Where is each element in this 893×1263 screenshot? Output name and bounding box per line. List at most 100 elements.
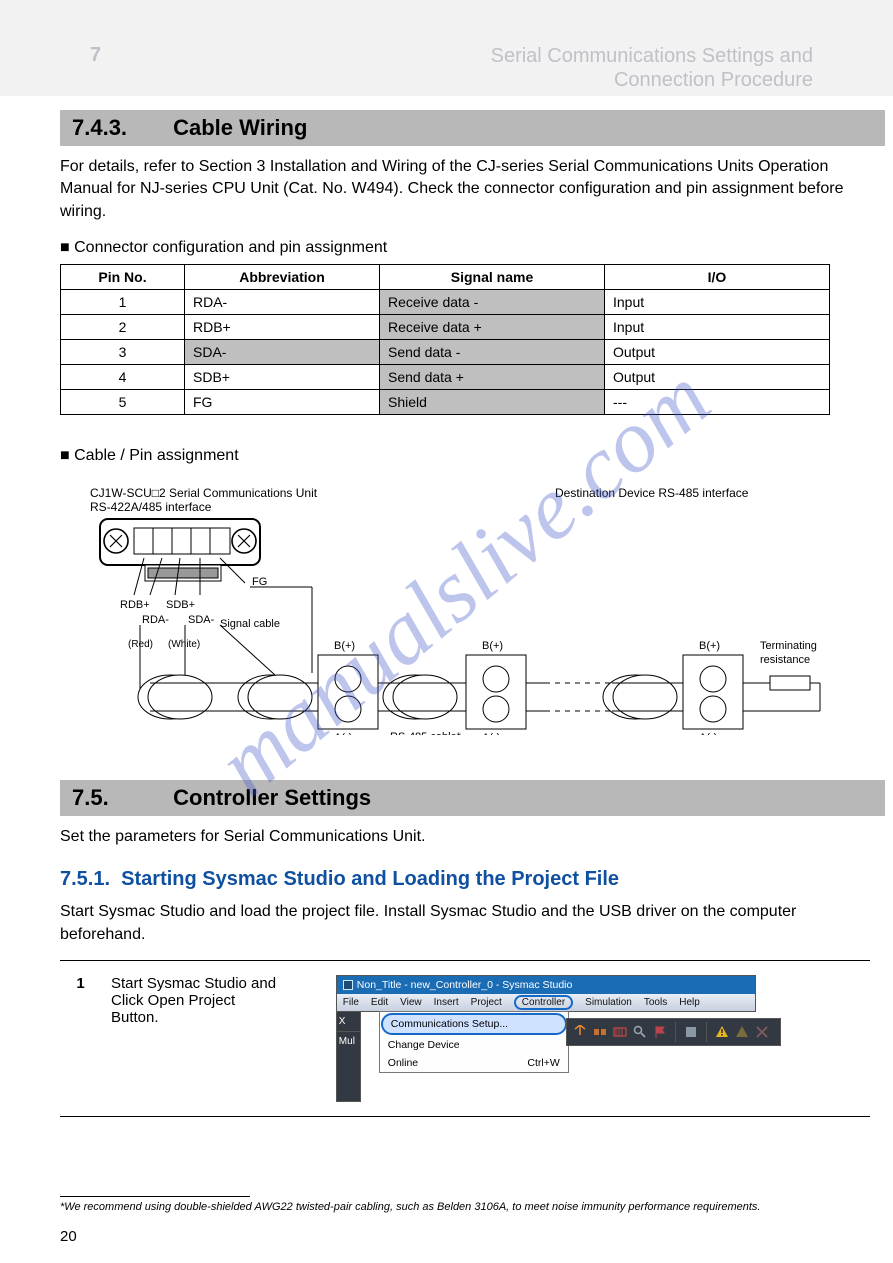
stop-icon[interactable] <box>684 1025 698 1039</box>
cell-abbr: RDB+ <box>185 314 380 339</box>
sub-title: Starting Sysmac Studio and Loading the P… <box>121 868 619 890</box>
table-row: 4 SDB+ Send data + Output <box>61 364 830 389</box>
pair-top: Signal cable <box>220 618 280 630</box>
cell-pin: 4 <box>61 364 185 389</box>
page-number: 20 <box>60 1228 77 1245</box>
warning-dim-icon[interactable] <box>735 1025 749 1039</box>
table-caption: ■ Connector configuration and pin assign… <box>60 237 873 259</box>
cell-io: Output <box>605 339 830 364</box>
steps-table: 1 Start Sysmac Studio and Click Open Pro… <box>60 960 870 1117</box>
menu-item-online[interactable]: Online Ctrl+W <box>380 1054 568 1072</box>
subhead-751: 7.5.1. Starting Sysmac Studio and Loadin… <box>60 868 893 891</box>
controller-dropdown: Communications Setup... Change Device On… <box>379 1011 569 1073</box>
slaven-bp: B(+) <box>699 640 720 652</box>
cell-abbr: SDA- <box>185 339 380 364</box>
menu-item-change-device[interactable]: Change Device <box>380 1036 568 1054</box>
diagram-caption: ■ Cable / Pin assignment <box>60 445 873 467</box>
diag-pin-sdb: SDB+ <box>166 599 195 611</box>
app-icon <box>343 980 353 990</box>
sub1-intro: Start Sysmac Studio and load the project… <box>60 901 873 946</box>
slave1-bp: B(+) <box>334 640 355 652</box>
term-bot: resistance <box>760 654 810 666</box>
section-title: Cable Wiring <box>173 115 307 140</box>
window-title: Non_Title - new_Controller_0 - Sysmac St… <box>357 979 573 991</box>
flag-icon[interactable] <box>653 1025 667 1039</box>
menu-item-label: Online <box>388 1057 418 1069</box>
diagram-svg: CJ1W-SCU□2 Serial Communications Unit RS… <box>90 485 830 735</box>
header-title-line1: Serial Communications Settings and <box>491 44 813 68</box>
step-num: 1 <box>60 961 101 1117</box>
step-desc: Start Sysmac Studio and Click Open Proje… <box>101 961 296 1117</box>
step-row: 1 Start Sysmac Studio and Click Open Pro… <box>60 961 870 1117</box>
menu-edit[interactable]: Edit <box>371 997 388 1008</box>
menu-bar: File Edit View Insert Project Controller… <box>336 994 756 1012</box>
menu-simulation[interactable]: Simulation <box>585 997 632 1008</box>
ss-left-x: X <box>337 1012 360 1032</box>
sub-num: 7.5.1. <box>60 868 110 890</box>
th-signal: Signal name <box>380 264 605 289</box>
table-header-row: Pin No. Abbreviation Signal name I/O <box>61 264 830 289</box>
diag-pin-rdb: RDB+ <box>120 599 150 611</box>
pin-table: Pin No. Abbreviation Signal name I/O 1 R… <box>60 264 830 415</box>
table-row: 1 RDA- Receive data - Input <box>61 289 830 314</box>
wiring-diagram: CJ1W-SCU□2 Serial Communications Unit RS… <box>90 485 893 740</box>
header-title-line2: Connection Procedure <box>491 68 813 92</box>
menu-tools[interactable]: Tools <box>644 997 667 1008</box>
memory-icon[interactable] <box>613 1025 627 1039</box>
cell-io: Input <box>605 314 830 339</box>
table-row: 3 SDA- Send data - Output <box>61 339 830 364</box>
diagram-slave-title: Destination Device RS-485 interface <box>555 486 749 500</box>
menu-help[interactable]: Help <box>679 997 700 1008</box>
warning-icon[interactable] <box>715 1025 729 1039</box>
table-row: 5 FG Shield --- <box>61 389 830 414</box>
sec2-intro: Set the parameters for Serial Communicat… <box>60 826 873 848</box>
step-screenshot-cell: Non_Title - new_Controller_0 - Sysmac St… <box>296 961 870 1117</box>
footnote-text: *We recommend using double-shielded AWG2… <box>60 1201 761 1213</box>
menu-item-label: Change Device <box>388 1039 460 1051</box>
section-num: 7.5. <box>72 785 167 811</box>
diag-pin-rda: RDA- <box>142 614 169 626</box>
menu-view[interactable]: View <box>400 997 422 1008</box>
cell-io: --- <box>605 389 830 414</box>
header-section-num: 7 <box>90 44 101 67</box>
wire-white1: (White) <box>168 639 200 650</box>
section-bar-75: 7.5. Controller Settings <box>60 780 885 816</box>
cell-io: Input <box>605 289 830 314</box>
clear-icon[interactable] <box>755 1025 769 1039</box>
slaven-am: A(-) <box>699 732 717 735</box>
cell-io: Output <box>605 364 830 389</box>
cell-abbr: FG <box>185 389 380 414</box>
cell-abbr: SDB+ <box>185 364 380 389</box>
cell-signal: Shield <box>380 389 605 414</box>
find-icon[interactable] <box>633 1025 647 1039</box>
cell-signal: Receive data - <box>380 289 605 314</box>
wire-red1: (Red) <box>128 639 153 650</box>
menu-controller[interactable]: Controller <box>514 995 573 1010</box>
toolbar-divider <box>675 1022 676 1042</box>
menu-item-accel: Ctrl+W <box>527 1057 559 1069</box>
diag-pin-fg: FG <box>252 576 267 588</box>
footnote-rule <box>60 1196 250 1197</box>
menu-file[interactable]: File <box>343 997 359 1008</box>
th-io: I/O <box>605 264 830 289</box>
menu-item-label: Communications Setup... <box>391 1018 508 1030</box>
menu-insert[interactable]: Insert <box>434 997 459 1008</box>
toolbar-divider <box>706 1022 707 1042</box>
cell-abbr: RDA- <box>185 289 380 314</box>
menu-project[interactable]: Project <box>471 997 502 1008</box>
diag-pin-sda: SDA- <box>188 614 215 626</box>
th-pin: Pin No. <box>61 264 185 289</box>
header-title: Serial Communications Settings and Conne… <box>491 44 813 92</box>
window-titlebar: Non_Title - new_Controller_0 - Sysmac St… <box>336 975 756 994</box>
th-abbr: Abbreviation <box>185 264 380 289</box>
sec1-intro: For details, refer to Section 3 Installa… <box>60 156 873 223</box>
diagram-master-title: CJ1W-SCU□2 Serial Communications Unit <box>90 486 318 500</box>
transfer-icon[interactable] <box>573 1025 587 1039</box>
cell-pin: 2 <box>61 314 185 339</box>
compare-icon[interactable] <box>593 1025 607 1039</box>
menu-item-comm-setup[interactable]: Communications Setup... <box>381 1013 567 1035</box>
cell-pin: 1 <box>61 289 185 314</box>
screenshot: Non_Title - new_Controller_0 - Sysmac St… <box>336 975 756 1102</box>
section-bar-743: 7.4.3. Cable Wiring <box>60 110 885 146</box>
slave1-am: A(-) <box>334 732 352 735</box>
